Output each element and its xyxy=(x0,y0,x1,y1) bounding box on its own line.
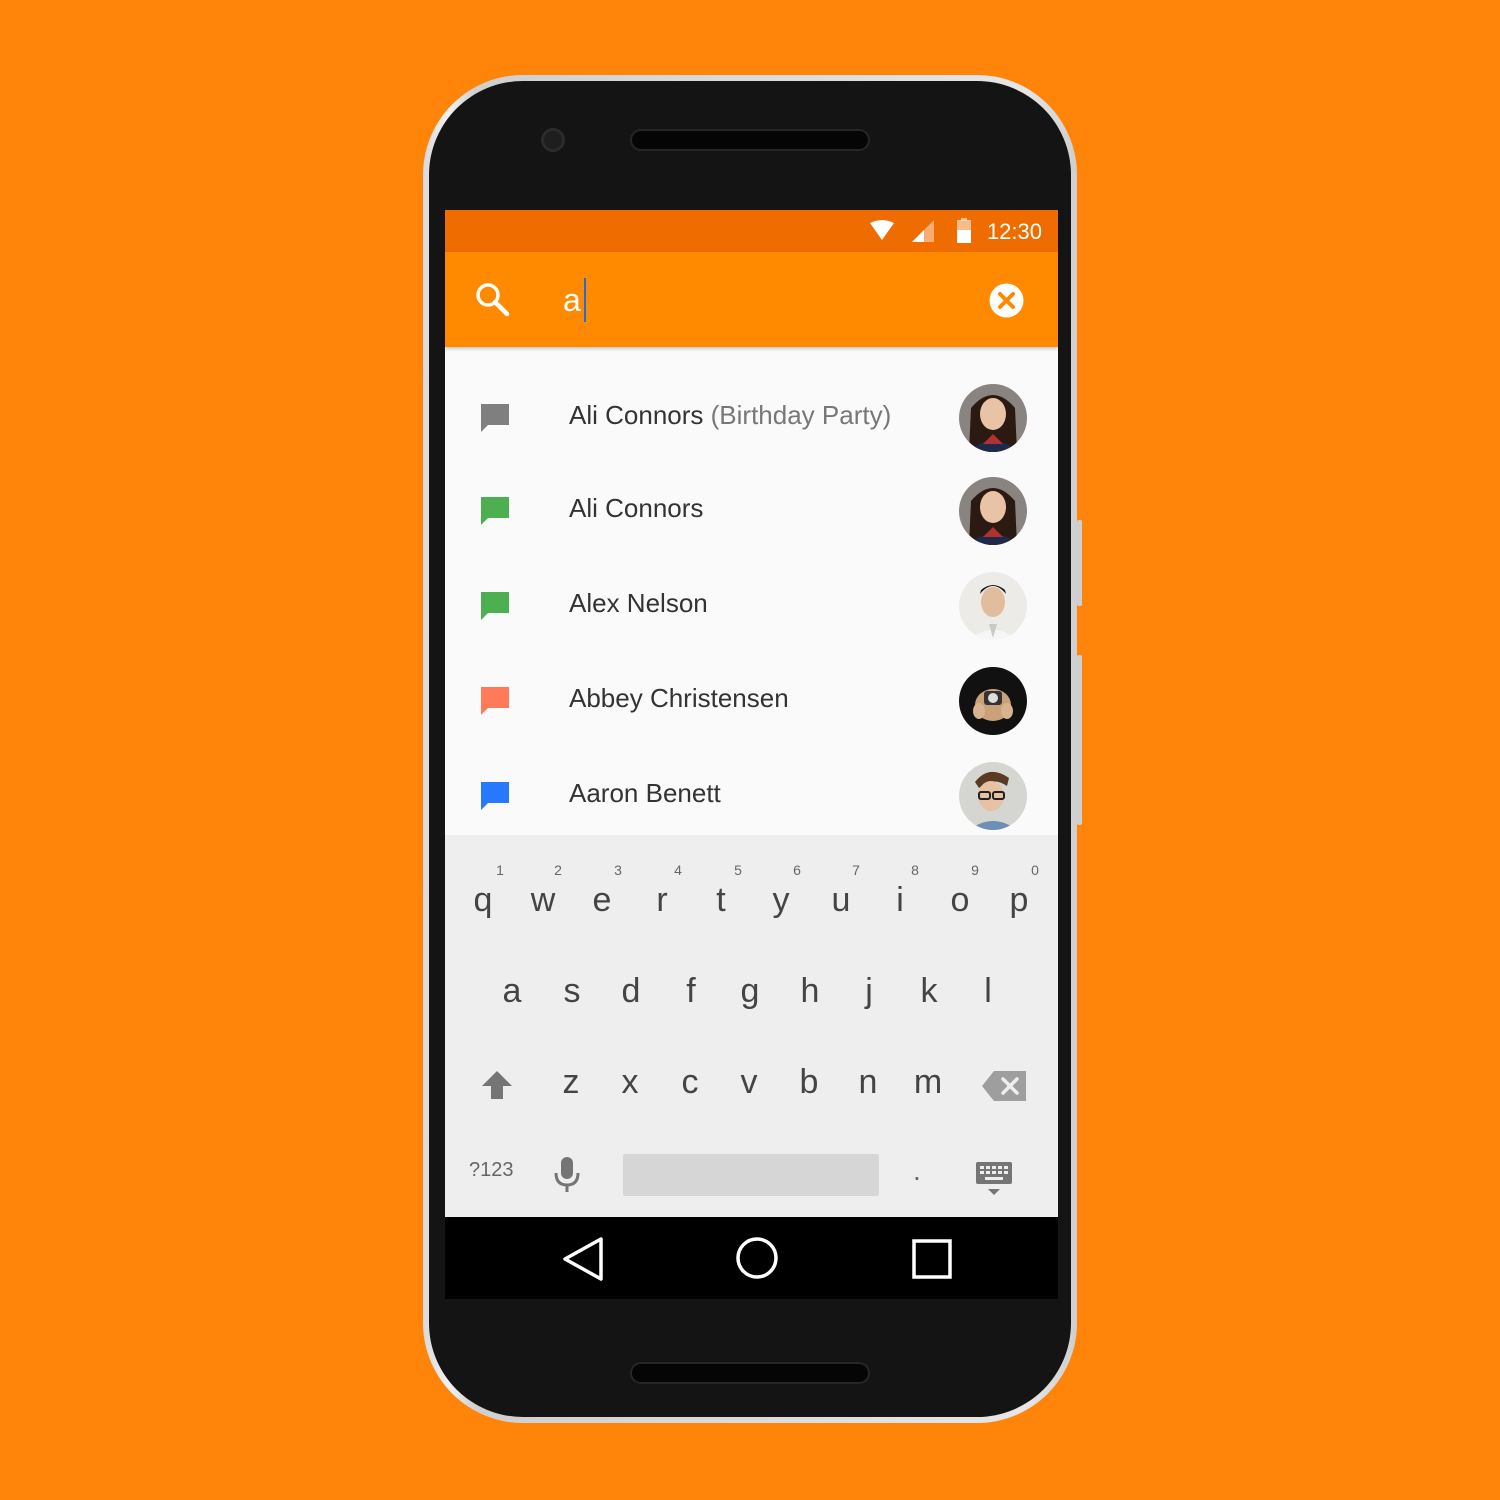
search-bar: a xyxy=(445,252,1058,347)
key-j[interactable]: j xyxy=(844,972,894,1011)
key-hint: 7 xyxy=(852,862,860,878)
key-y[interactable]: y xyxy=(756,881,806,920)
message-icon xyxy=(481,592,509,620)
key-t[interactable]: t xyxy=(696,881,746,920)
symbols-key[interactable]: ?123 xyxy=(469,1159,514,1182)
key-hint: 5 xyxy=(734,862,742,878)
clear-icon[interactable] xyxy=(989,283,1024,318)
avatar-ali-connors xyxy=(959,477,1027,545)
key-hint: 3 xyxy=(614,862,622,878)
key-v[interactable]: v xyxy=(724,1063,774,1102)
result-text: Ali Connors xyxy=(569,493,703,524)
key-hint: 6 xyxy=(793,862,801,878)
key-hint: 0 xyxy=(1031,862,1039,878)
key-p[interactable]: p xyxy=(994,881,1044,920)
key-c[interactable]: c xyxy=(665,1063,715,1102)
microphone-icon[interactable] xyxy=(554,1157,580,1193)
key-h[interactable]: h xyxy=(785,972,835,1011)
results-list: Ali Connors (Birthday Party) Ali Connors xyxy=(445,347,1058,835)
key-q[interactable]: q xyxy=(458,881,508,920)
key-b[interactable]: b xyxy=(784,1063,834,1102)
result-text: Ali Connors (Birthday Party) xyxy=(569,400,891,431)
keyboard: 1 2 3 4 5 6 7 8 9 0 q w e r t y u i o p … xyxy=(445,835,1058,1217)
result-text: Alex Nelson xyxy=(569,588,708,619)
shift-icon[interactable] xyxy=(481,1069,513,1101)
screen: 12:30 a Ali Connors (Birthday Party) Ali… xyxy=(445,210,1058,1299)
key-f[interactable]: f xyxy=(666,972,716,1011)
message-icon xyxy=(481,687,509,715)
result-row[interactable]: Ali Connors (Birthday Party) xyxy=(445,347,1058,452)
search-query: a xyxy=(563,282,581,318)
key-hint: 4 xyxy=(674,862,682,878)
key-hint: 1 xyxy=(496,862,504,878)
key-n[interactable]: n xyxy=(843,1063,893,1102)
key-k[interactable]: k xyxy=(904,972,954,1011)
avatar-abbey-christensen xyxy=(959,667,1027,735)
power-button xyxy=(1077,655,1082,825)
home-icon[interactable] xyxy=(735,1236,779,1280)
key-a[interactable]: a xyxy=(487,972,537,1011)
result-row[interactable]: Abbey Christensen xyxy=(445,632,1058,735)
message-icon xyxy=(481,782,509,810)
result-name: Ali Connors xyxy=(569,493,704,523)
key-r[interactable]: r xyxy=(637,881,687,920)
key-s[interactable]: s xyxy=(547,972,597,1011)
result-name: Alex Nelson xyxy=(569,588,708,618)
result-name: Ali Connors xyxy=(569,400,704,430)
back-icon[interactable] xyxy=(562,1236,604,1282)
keyboard-hide-icon[interactable] xyxy=(976,1162,1012,1198)
text-cursor xyxy=(583,278,586,322)
result-text: Aaron Benett xyxy=(569,778,721,809)
navigation-bar xyxy=(445,1217,1058,1299)
top-speaker xyxy=(632,131,868,149)
period-key[interactable]: . xyxy=(913,1155,921,1187)
key-o[interactable]: o xyxy=(935,881,985,920)
cell-signal-icon xyxy=(912,220,934,242)
result-row[interactable]: Aaron Benett xyxy=(445,727,1058,830)
status-bar: 12:30 xyxy=(445,210,1058,252)
result-name: Abbey Christensen xyxy=(569,683,789,713)
space-bar[interactable] xyxy=(623,1154,879,1196)
key-hint: 8 xyxy=(911,862,919,878)
key-l[interactable]: l xyxy=(963,972,1013,1011)
recents-icon[interactable] xyxy=(912,1239,952,1279)
key-hint: 2 xyxy=(554,862,562,878)
key-u[interactable]: u xyxy=(816,881,866,920)
key-x[interactable]: x xyxy=(605,1063,655,1102)
key-hint: 9 xyxy=(971,862,979,878)
key-z[interactable]: z xyxy=(546,1063,596,1102)
key-g[interactable]: g xyxy=(725,972,775,1011)
key-e[interactable]: e xyxy=(577,881,627,920)
battery-icon xyxy=(957,218,971,243)
avatar-aaron-benett xyxy=(959,762,1027,830)
search-icon[interactable] xyxy=(473,280,513,320)
message-icon xyxy=(481,404,509,432)
result-detail: (Birthday Party) xyxy=(710,400,892,430)
result-name: Aaron Benett xyxy=(569,778,721,808)
backspace-icon[interactable] xyxy=(982,1071,1026,1101)
result-row[interactable]: Alex Nelson xyxy=(445,537,1058,640)
bottom-speaker xyxy=(632,1364,868,1382)
key-w[interactable]: w xyxy=(518,881,568,920)
result-text: Abbey Christensen xyxy=(569,683,789,714)
front-camera xyxy=(541,128,565,152)
result-row[interactable]: Ali Connors xyxy=(445,442,1058,545)
key-d[interactable]: d xyxy=(606,972,656,1011)
key-m[interactable]: m xyxy=(903,1063,953,1102)
status-time: 12:30 xyxy=(986,219,1042,244)
message-icon xyxy=(481,497,509,525)
avatar-alex-nelson xyxy=(959,572,1027,640)
key-i[interactable]: i xyxy=(875,881,925,920)
wifi-icon xyxy=(870,220,894,240)
volume-button xyxy=(1077,520,1082,606)
search-input[interactable]: a xyxy=(563,278,963,322)
